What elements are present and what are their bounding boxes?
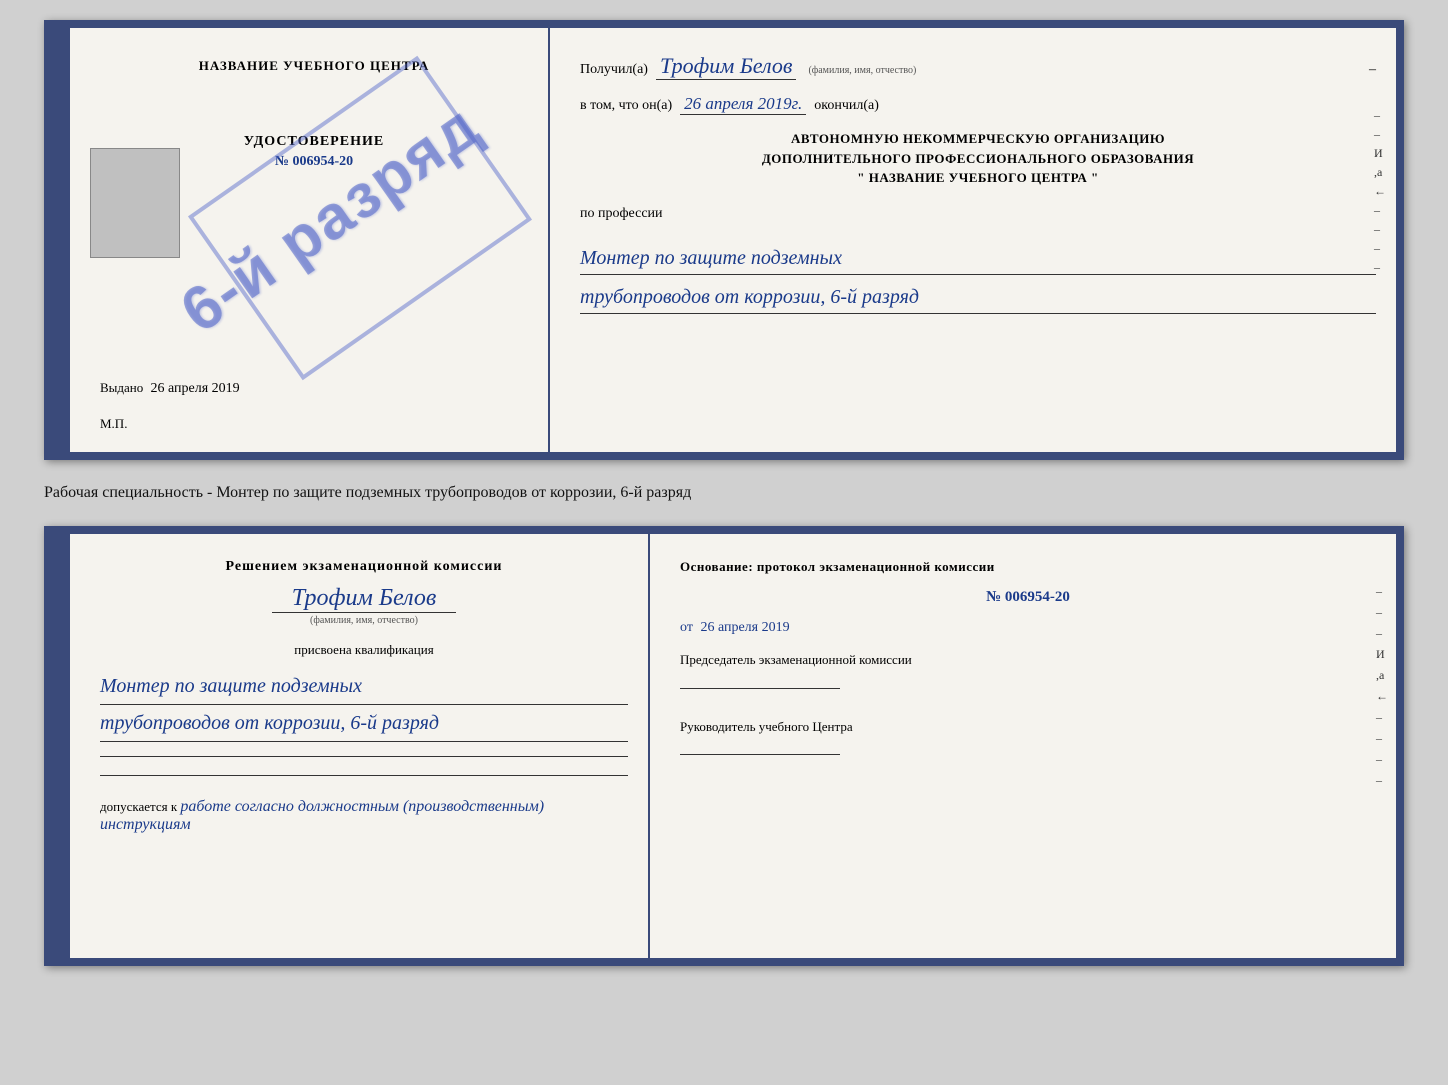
profession-block: Монтер по защите подземных трубопроводов… [580,236,1376,314]
bottom-profession-line1: Монтер по защите подземных [100,668,628,705]
recipient-name-top: Трофим Белов [656,53,796,80]
rukovoditel-signature-line [680,754,840,755]
profession-line2-top: трубопроводов от коррозии, 6-й разряд [580,281,1376,314]
vydano-label: Выдано [100,380,143,395]
side-char-2: – [1374,127,1386,142]
b-side-char-6: ← [1376,689,1388,704]
side-char-7: – [1374,222,1386,237]
b-side-char-9: – [1376,752,1388,767]
top-cert-left: НАЗВАНИЕ УЧЕБНОГО ЦЕНТРА УДОСТОВЕРЕНИЕ №… [70,28,550,452]
recipient-name-bottom: Трофим Белов [272,585,457,613]
dopuskaetsya-label: допускается к [100,799,177,814]
stamp-overlay: 6-й разряд [170,88,490,348]
org-block: АВТОНОМНУЮ НЕКОММЕРЧЕСКУЮ ОРГАНИЗАЦИЮ ДО… [580,129,1376,188]
udostoverenie-num: № 006954-20 [244,154,384,170]
b-side-char-5: ,а [1376,668,1388,683]
side-char-8: – [1374,241,1386,256]
b-side-char-8: – [1376,731,1388,746]
po-professii-label: по профессии [580,206,1376,222]
middle-label: Рабочая специальность - Монтер по защите… [44,476,1404,510]
completed-date: 26 апреля 2019г. [680,94,806,115]
prisvoena-label: присвоена квалификация [100,642,628,658]
b-side-char-7: – [1376,710,1388,725]
poluchil-row: Получил(а) Трофим Белов (фамилия, имя, о… [580,53,1376,80]
bottom-line-1 [100,756,628,757]
middle-label-text: Рабочая специальность - Монтер по защите… [44,484,691,501]
photo-placeholder [90,148,180,258]
dash-top: – [1369,62,1376,78]
rukovoditel-label: Руководитель учебного Центра [680,719,853,734]
vtom-row: в том, что он(а) 26 апреля 2019г. окончи… [580,94,1376,115]
ot-date: 26 апреля 2019 [700,620,789,635]
mp-label: М.П. [100,416,127,432]
b-side-char-4: И [1376,647,1388,662]
okonchil-label: окончил(а) [814,98,879,114]
b-side-char-2: – [1376,605,1388,620]
bottom-cert-spine [52,534,70,958]
udostoverenie-block: УДОСТОВЕРЕНИЕ № 006954-20 [244,134,384,170]
predsedatel-signature-line [680,688,840,689]
right-side-chars-bottom: – – – И ,а ← – – – – [1376,584,1388,788]
dopuskaetsya-row: допускается к работе согласно должностны… [100,798,628,834]
side-char-3: И [1374,146,1386,161]
poluchil-label: Получил(а) [580,62,648,78]
side-char-9: – [1374,260,1386,275]
bottom-profession-block: Монтер по защите подземных трубопроводов… [100,668,628,742]
vydano-row: Выдано 26 апреля 2019 [100,380,240,397]
top-org-name: НАЗВАНИЕ УЧЕБНОГО ЦЕНТРА [199,58,430,74]
side-char-6: – [1374,203,1386,218]
org-line1: АВТОНОМНУЮ НЕКОММЕРЧЕСКУЮ ОРГАНИЗАЦИЮ [580,129,1376,149]
stamp-text: 6-й разряд [168,89,493,346]
vtom-label: в том, что он(а) [580,98,672,114]
vydano-date: 26 апреля 2019 [151,381,240,396]
rukovoditel-block: Руководитель учебного Центра [680,717,1376,760]
resheniem-title: Решением экзаменационной комиссии [100,559,628,575]
protocol-num: № 006954-20 [680,589,1376,606]
bottom-certificate: Решением экзаменационной комиссии Трофим… [44,526,1404,966]
fio-subtitle-top: (фамилия, имя, отчество) [808,65,916,76]
b-side-char-1: – [1376,584,1388,599]
side-char-1: – [1374,108,1386,123]
bottom-name-block: Трофим Белов (фамилия, имя, отчество) [100,585,628,626]
bottom-cert-right: Основание: протокол экзаменационной коми… [650,534,1396,958]
bottom-line-2 [100,775,628,776]
bottom-cert-left: Решением экзаменационной комиссии Трофим… [70,534,650,958]
osnovanie-title: Основание: протокол экзаменационной коми… [680,559,1376,575]
top-cert-right: Получил(а) Трофим Белов (фамилия, имя, о… [550,28,1396,452]
udostoverenie-title: УДОСТОВЕРЕНИЕ [244,134,384,150]
profession-line1-top: Монтер по защите подземных [580,242,1376,275]
b-side-char-10: – [1376,773,1388,788]
org-line2: ДОПОЛНИТЕЛЬНОГО ПРОФЕССИОНАЛЬНОГО ОБРАЗО… [580,149,1376,169]
protocol-date: от 26 апреля 2019 [680,620,1376,636]
org-line3: " НАЗВАНИЕ УЧЕБНОГО ЦЕНТРА " [580,168,1376,188]
side-char-5: ← [1374,184,1386,199]
bottom-profession-line2: трубопроводов от коррозии, 6-й разряд [100,705,628,742]
right-side-chars-top: – – И ,а ← – – – – [1374,108,1386,275]
b-side-char-3: – [1376,626,1388,641]
ot-label: от [680,620,693,635]
top-certificate: НАЗВАНИЕ УЧЕБНОГО ЦЕНТРА УДОСТОВЕРЕНИЕ №… [44,20,1404,460]
top-cert-spine [52,28,70,452]
predsedatel-label: Председатель экзаменационной комиссии [680,652,912,667]
predsedatel-block: Председатель экзаменационной комиссии [680,650,1376,693]
stamp-border [188,56,532,380]
fio-subtitle-bottom: (фамилия, имя, отчество) [310,615,418,626]
side-char-4: ,а [1374,165,1386,180]
